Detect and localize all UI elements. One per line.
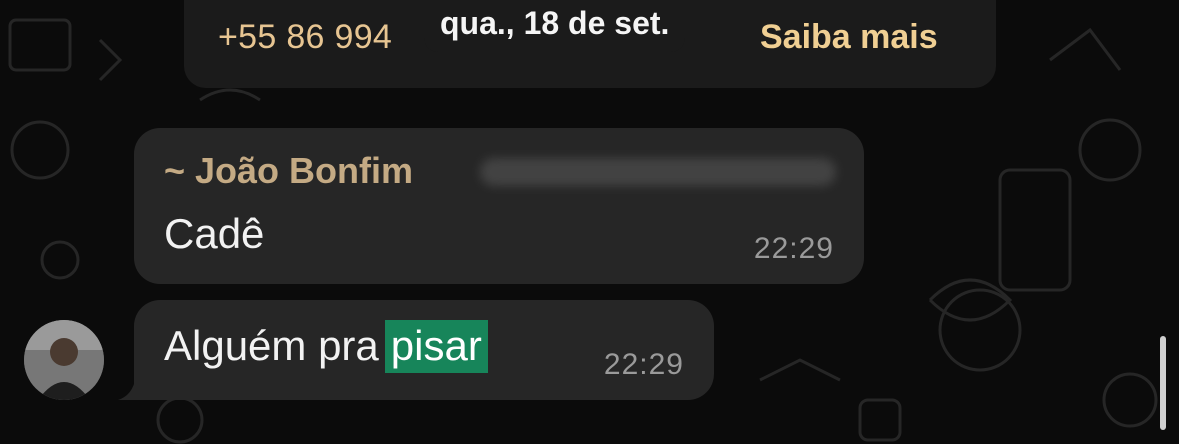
scrollbar[interactable] xyxy=(1160,336,1166,430)
search-highlight: pisar xyxy=(384,320,488,373)
sender-phone-redacted xyxy=(480,158,836,186)
message-time: 22:29 xyxy=(603,348,684,381)
message-time: 22:29 xyxy=(753,232,834,265)
message-text-plain: Alguém pra xyxy=(164,322,379,369)
avatar[interactable] xyxy=(24,320,104,400)
message-text: Cadê xyxy=(164,210,265,257)
notice-text: +55 86 994 xyxy=(218,18,393,56)
message-text: Alguém pra pisar xyxy=(164,320,488,373)
sender-name[interactable]: ~ João Bonfim xyxy=(164,150,413,192)
saiba-mais-link[interactable]: Saiba mais xyxy=(760,18,938,57)
avatar-icon xyxy=(24,320,104,400)
date-chip: qua., 18 de set. xyxy=(424,0,686,52)
message-bubble[interactable]: Alguém pra pisar 22:29 xyxy=(134,300,714,400)
message-bubble[interactable]: ~ João Bonfim Cadê 22:29 xyxy=(134,128,864,284)
